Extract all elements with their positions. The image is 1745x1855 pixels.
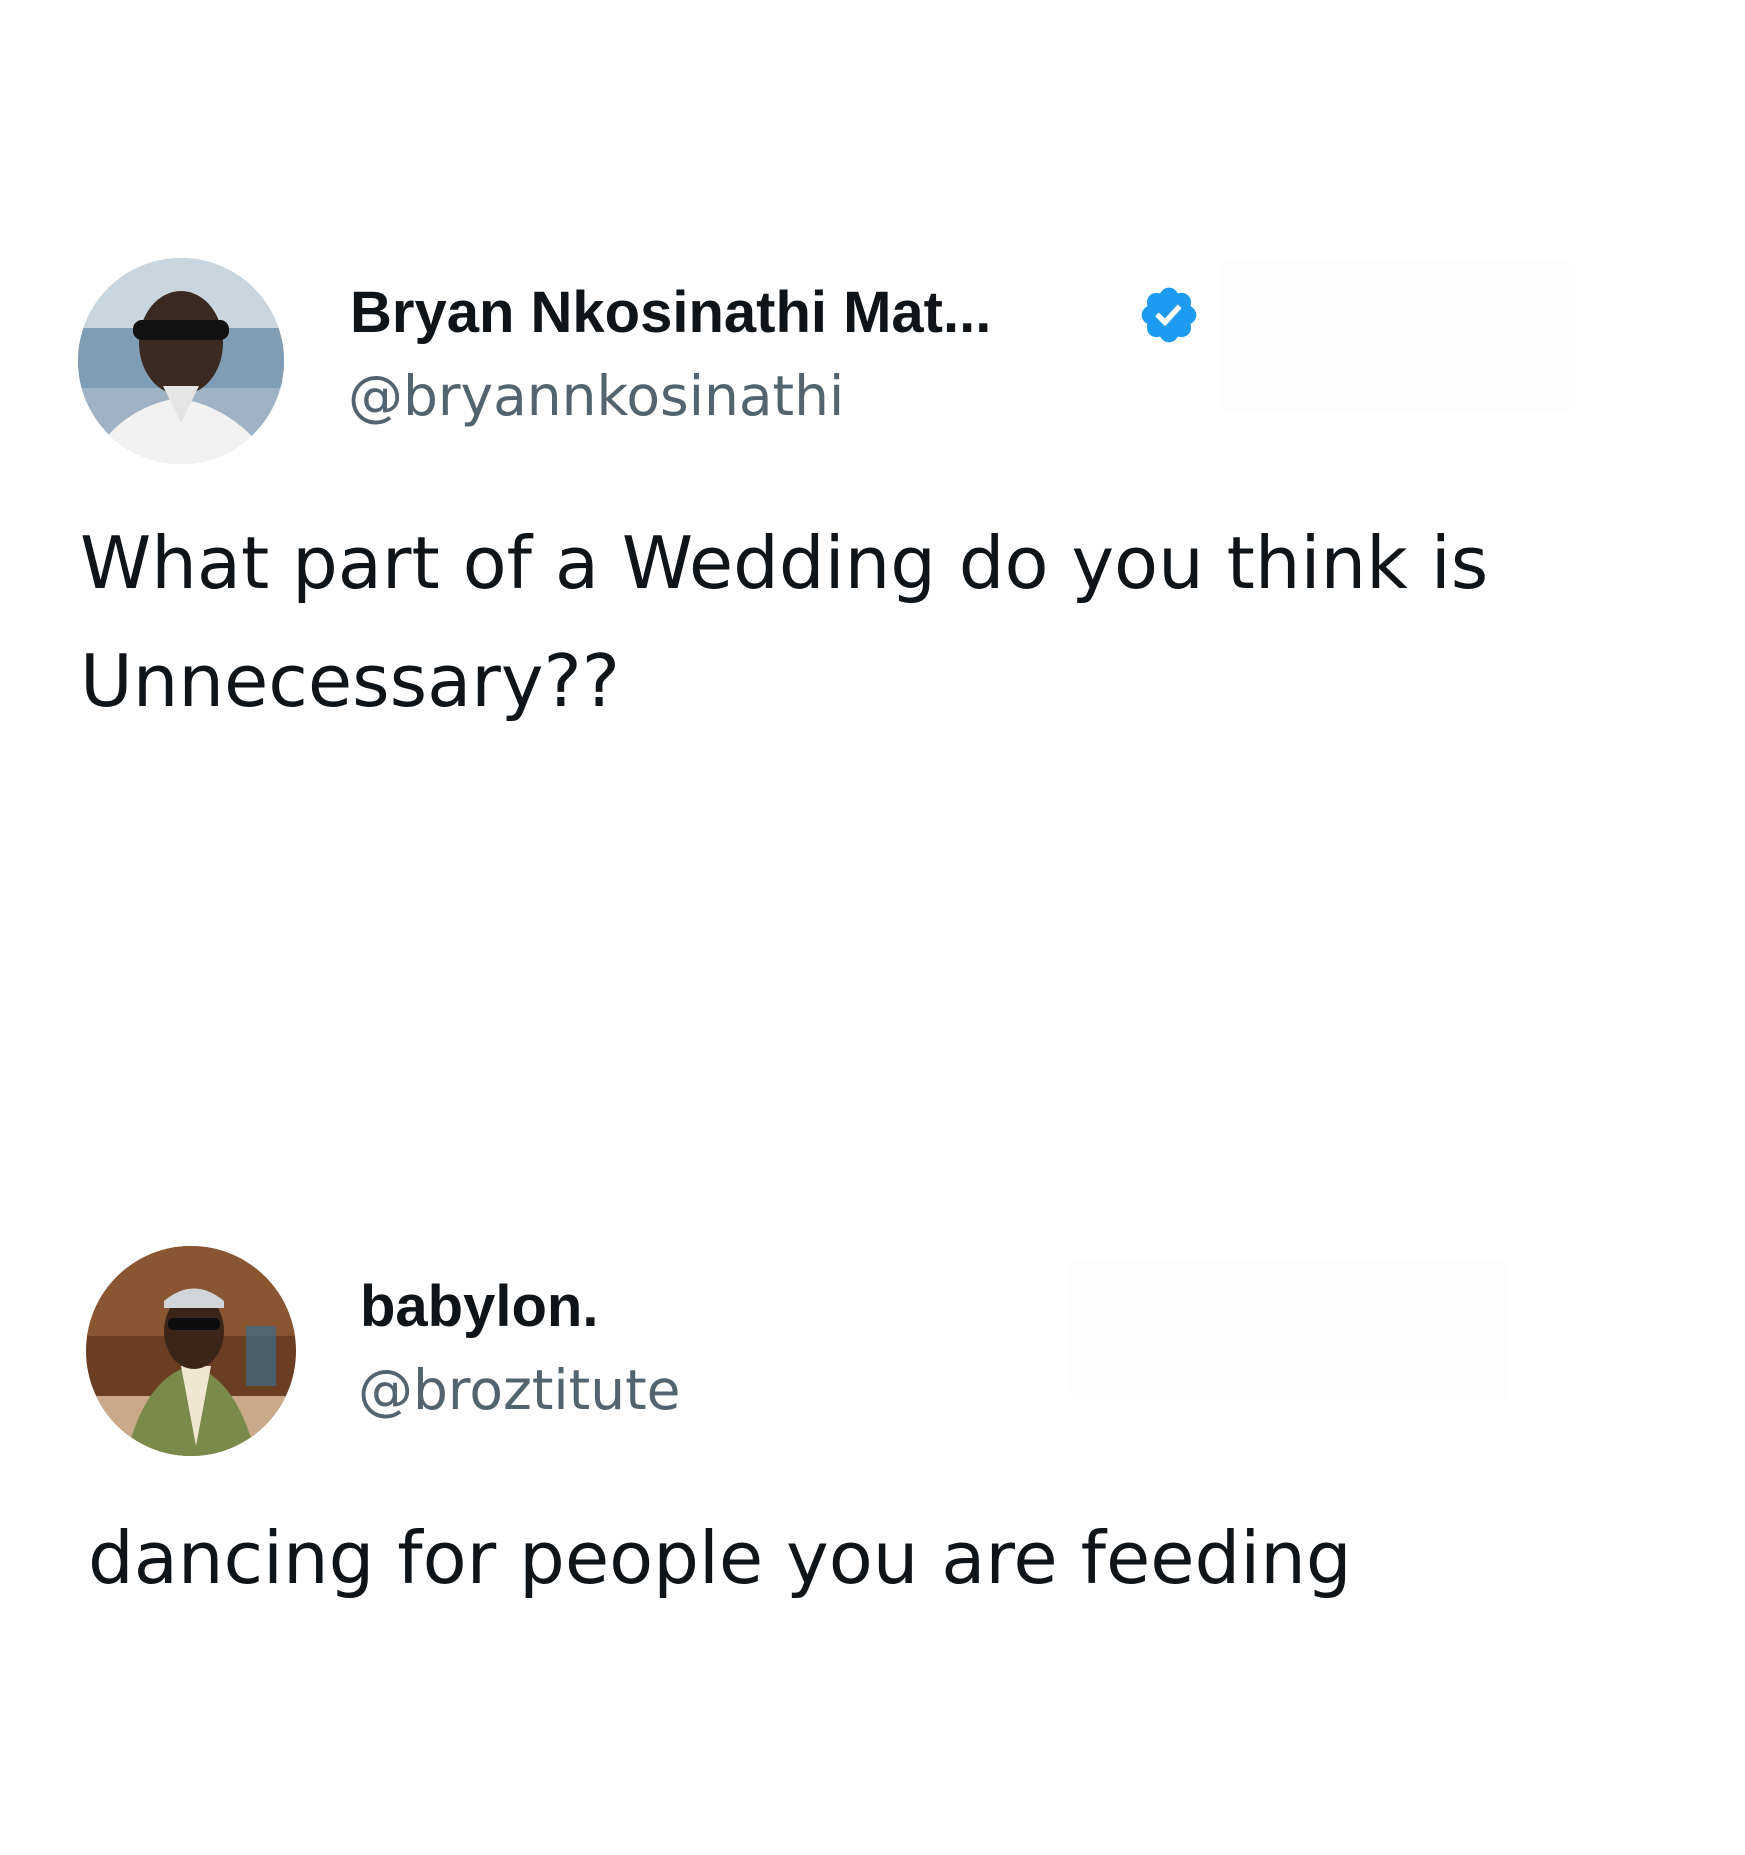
display-name[interactable]: babylon. bbox=[360, 1278, 598, 1336]
avatar-babylon[interactable] bbox=[86, 1246, 296, 1456]
tweet-text: What part of a Wedding do you think is U… bbox=[80, 521, 1489, 723]
display-name[interactable]: Bryan Nkosinathi Mat... bbox=[350, 284, 991, 342]
reply-text: dancing for people you are feeding bbox=[88, 1516, 1352, 1600]
tweet-reply[interactable]: babylon. @broztitute dancing for people … bbox=[0, 1200, 1745, 1600]
avatar-babylon-image bbox=[86, 1246, 296, 1456]
handle[interactable]: @bryannkosinathi bbox=[348, 369, 844, 424]
verified-badge-icon bbox=[1141, 287, 1197, 343]
handle[interactable]: @broztitute bbox=[358, 1363, 681, 1418]
blurred-region bbox=[1070, 1260, 1510, 1400]
avatar-bryan[interactable] bbox=[78, 258, 284, 464]
avatar-bryan-image bbox=[78, 258, 284, 464]
blurred-region bbox=[1220, 262, 1575, 410]
tweet-original[interactable]: Bryan Nkosinathi Mat... @bryannkosinathi… bbox=[0, 0, 1745, 800]
